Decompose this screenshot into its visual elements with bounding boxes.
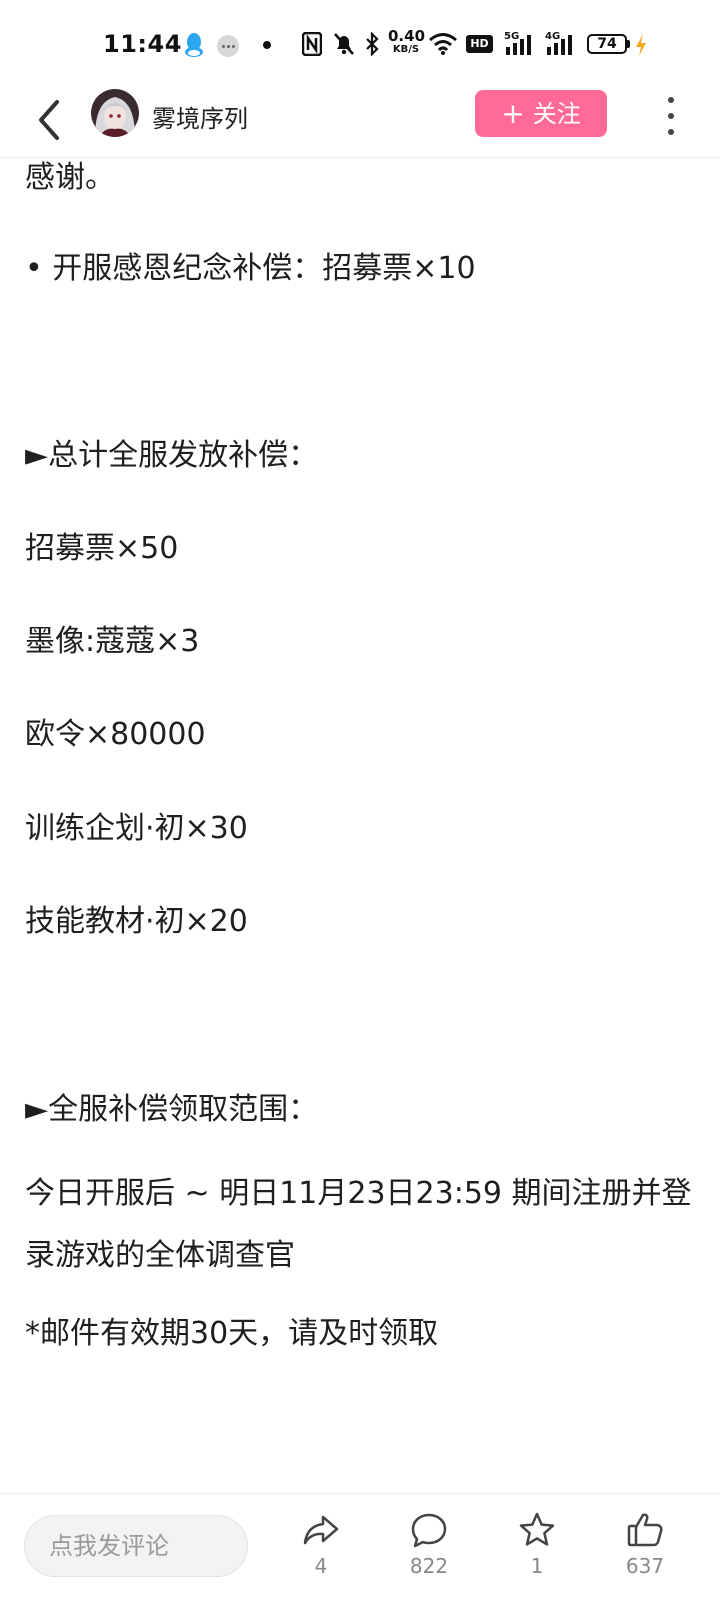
bottom-action-bar: 点我发评论 4 822 1 637 <box>0 1493 720 1600</box>
follow-button[interactable]: + 关注 <box>475 90 607 137</box>
reward-item: 训练企划·初×30 <box>25 811 248 846</box>
comment-icon <box>411 1513 447 1548</box>
notification-dot-icon <box>263 41 271 49</box>
avatar[interactable] <box>91 89 139 137</box>
favorite-count: 1 <box>530 1554 544 1578</box>
qq-icon <box>185 33 203 57</box>
wifi-icon <box>429 33 457 55</box>
nfc-icon <box>302 32 322 56</box>
reward-item: 欧令×80000 <box>25 717 206 752</box>
like-count: 637 <box>625 1554 665 1578</box>
mute-icon <box>334 33 354 55</box>
reward-item: 墨像:蔻蔻×3 <box>25 624 200 659</box>
post-header: 雾境序列 + 关注 <box>0 86 720 158</box>
status-time: 11:44 <box>103 30 182 58</box>
comment-button[interactable]: 822 <box>394 1510 464 1590</box>
hd-voice-icon: HD <box>466 35 493 53</box>
article-paragraph: • 开服感恩纪念补偿：招募票×10 <box>25 251 476 286</box>
back-arrow-icon[interactable] <box>30 92 70 148</box>
signal-icon <box>506 35 531 55</box>
comment-input[interactable]: 点我发评论 <box>24 1515 248 1577</box>
article-paragraph: 今日开服后 ~ 明日11月23日23:59 期间注册并登录游戏的全体调查官 <box>25 1176 692 1273</box>
comment-count: 822 <box>409 1554 449 1578</box>
more-vertical-icon[interactable] <box>655 94 687 138</box>
battery-icon: 74 <box>587 34 627 54</box>
article-body: 感谢。 • 开服感恩纪念补偿：招募票×10 ►总计全服发放补偿： 招募票×50 … <box>0 158 720 1493</box>
reward-item: 技能教材·初×20 <box>25 904 248 939</box>
thumbs-up-icon <box>627 1513 663 1547</box>
article-paragraph: 感谢。 <box>25 160 115 195</box>
follow-label: 关注 <box>532 100 581 128</box>
section-heading: ►全服补偿领取范围： <box>25 1092 319 1127</box>
signal-icon <box>547 35 572 55</box>
status-bar: 11:44 0.40 KB/S HD 5G 4G 74 <box>0 0 720 86</box>
battery-cap <box>627 40 630 48</box>
bluetooth-icon <box>366 32 379 56</box>
section-heading: ►总计全服发放补偿： <box>25 438 319 473</box>
charging-icon <box>636 34 646 56</box>
share-button[interactable]: 4 <box>286 1510 356 1590</box>
network-speed: 0.40 KB/S <box>388 27 426 55</box>
plus-icon: + <box>501 97 525 130</box>
reward-item: 招募票×50 <box>25 531 179 566</box>
like-button[interactable]: 637 <box>610 1510 680 1590</box>
share-count: 4 <box>314 1554 328 1578</box>
more-notification-icon <box>217 35 239 57</box>
article-paragraph: *邮件有效期30天，请及时领取 <box>25 1316 439 1351</box>
star-icon <box>519 1512 555 1546</box>
author-name[interactable]: 雾境序列 <box>152 99 248 134</box>
favorite-button[interactable]: 1 <box>502 1510 572 1590</box>
share-icon <box>303 1515 339 1545</box>
